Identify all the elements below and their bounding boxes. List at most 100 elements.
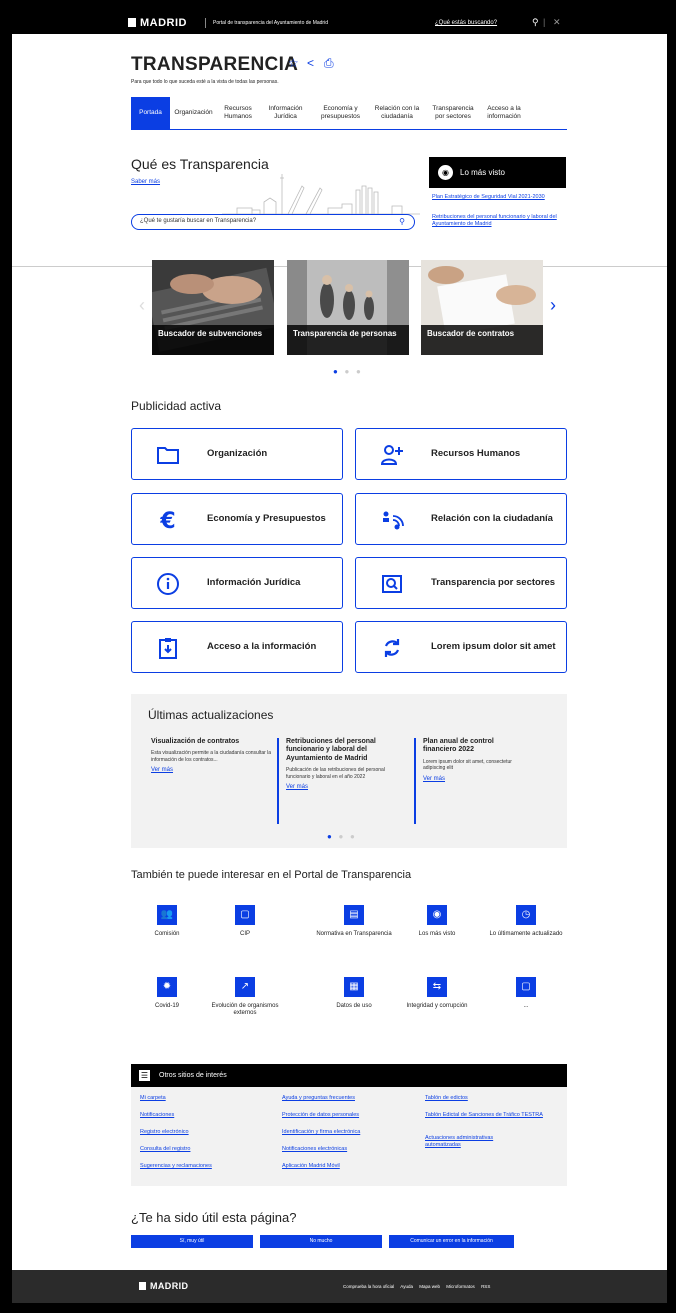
interest-label: Integridad y corrupción [406, 1003, 468, 1009]
ver-mas-link[interactable]: Ver más [286, 784, 408, 790]
publicidad-label: Economía y Presupuestos [207, 512, 326, 524]
tab-economia[interactable]: Economía y presupuestos [312, 97, 369, 129]
ver-mas-link[interactable]: Ver más [423, 776, 523, 782]
publicidad-label: Organización [207, 447, 268, 459]
carousel-dot[interactable]: ● [339, 832, 344, 841]
carousel-dot[interactable]: ● [333, 367, 338, 376]
publicidad-label: Transparencia por sectores [431, 576, 556, 588]
update-title: Retribuciones del personal funcionario y… [286, 738, 376, 762]
publicidad-item[interactable]: € Economía y Presupuestos [131, 493, 343, 545]
interest-item[interactable]: ◷ Lo últimamente actualizado [486, 905, 566, 938]
portal-name[interactable]: Portal de transparencia del Ayuntamiento… [213, 20, 328, 26]
publicidad-label: Acceso a la información [207, 640, 317, 652]
briefcase-icon: ▢ [516, 977, 536, 997]
interest-item[interactable]: ◉ Los más visto [397, 905, 477, 938]
publicidad-item[interactable]: Lorem ipsum dolor sit amet [355, 621, 567, 673]
tab-portada[interactable]: Portada [131, 97, 170, 129]
euro-icon: € [159, 509, 175, 532]
not-much-button[interactable]: No mucho [260, 1235, 382, 1248]
footer-links: Comprueba la hora oficial Ayuda Mapa web… [343, 1284, 495, 1289]
logo-text: MADRID [150, 1281, 189, 1291]
otros-link[interactable]: Ayuda y preguntas frecuentes [282, 1095, 407, 1102]
interest-item[interactable]: ↗ Evolución de organismos externos [205, 977, 285, 1017]
tab-recursos-humanos[interactable]: Recursos Humanos [217, 97, 259, 129]
carousel-dot[interactable]: ● [356, 367, 361, 376]
tab-organizacion[interactable]: Organización [170, 97, 217, 129]
publicidad-item[interactable]: Recursos Humanos [355, 428, 567, 480]
interest-label: Datos de uso [336, 1003, 372, 1009]
publicidad-item[interactable]: Acceso a la información [131, 621, 343, 673]
header [12, 34, 667, 267]
footer-link[interactable]: RSS [481, 1284, 490, 1289]
carousel-dots: ● ● ● [333, 367, 361, 376]
carousel-card[interactable]: Buscador de contratos [421, 260, 543, 355]
carousel-dot[interactable]: ● [350, 832, 355, 841]
search-prompt-link[interactable]: ¿Qué estás buscando? [435, 20, 497, 26]
footer-link[interactable]: Comprueba la hora oficial [343, 1284, 394, 1289]
otros-link[interactable]: Actuaciones administrativas automatizada… [425, 1135, 520, 1148]
updates-heading: Últimas actualizaciones [148, 708, 274, 722]
page: MADRID Portal de transparencia del Ayunt… [12, 12, 667, 1303]
update-item: Plan anual de control financiero 2022 Lo… [423, 738, 523, 782]
interest-item[interactable]: ▤ Normativa en Transparencia [314, 905, 394, 938]
publicidad-item[interactable]: Información Jurídica [131, 557, 343, 609]
saber-mas-link[interactable]: Saber más [131, 179, 160, 185]
search-input[interactable]: ¿Qué te gustaría buscar en Transparencia… [131, 214, 415, 230]
otros-link[interactable]: Aplicación Madrid Móvil [282, 1163, 407, 1170]
tab-relacion[interactable]: Relación con la ciudadanía [369, 97, 425, 129]
lo-mas-visto-link[interactable]: Retribuciones del personal funcionario y… [432, 214, 562, 228]
search-placeholder: ¿Qué te gustaría buscar en Transparencia… [140, 218, 257, 224]
footer-link[interactable]: Ayuda [400, 1284, 413, 1289]
report-error-button[interactable]: Comunicar un error en la información [389, 1235, 514, 1248]
otros-link[interactable]: Mi carpeta [140, 1095, 265, 1102]
otros-link[interactable]: Identificación y firma electrónica [282, 1129, 407, 1136]
footer-link[interactable]: Microformatos [446, 1284, 475, 1289]
tab-acceso[interactable]: Acceso a la información [481, 97, 527, 129]
star-icon[interactable]: ☆ [288, 56, 299, 70]
print-icon[interactable]: ⎙ [324, 56, 334, 71]
share-icon[interactable]: < [307, 56, 314, 70]
otros-link[interactable]: Notificaciones [140, 1112, 265, 1119]
refresh-icon [384, 639, 400, 657]
otros-link[interactable]: Tablón Edictal de Sanciones de Tráfico T… [425, 1112, 545, 1119]
yes-useful-button[interactable]: Sí, muy útil [131, 1235, 253, 1248]
otros-link[interactable]: Consulta del registro [140, 1146, 265, 1153]
otros-link[interactable]: Protección de datos personales [282, 1112, 407, 1119]
otros-heading: Otros sitios de interés [159, 1072, 227, 1079]
ver-mas-link[interactable]: Ver más [151, 767, 273, 773]
footer-link[interactable]: Mapa web [419, 1284, 440, 1289]
group-icon: 👥 [157, 905, 177, 925]
otros-link[interactable]: Notificaciones electrónicas [282, 1146, 407, 1153]
otros-link[interactable]: Registro electrónico [140, 1129, 265, 1136]
otros-link[interactable]: Sugerencias y reclamaciones [140, 1163, 265, 1170]
carousel-dot[interactable]: ● [345, 367, 350, 376]
interest-item[interactable]: ▢ CIP [205, 905, 285, 938]
page-subtitle: Para que todo lo que suceda esté a la vi… [131, 79, 279, 85]
carousel-card[interactable]: Transparencia de personas [287, 260, 409, 355]
carousel-dot[interactable]: ● [327, 832, 332, 841]
publicidad-item[interactable]: Transparencia por sectores [355, 557, 567, 609]
chevron-left-icon[interactable]: ‹ [139, 295, 145, 316]
lo-mas-visto-link[interactable]: Plan Estratégico de Seguridad Vial 2021-… [432, 194, 562, 201]
search-icon[interactable]: ⚲ [399, 217, 405, 226]
tab-sectores[interactable]: Transparencia por sectores [425, 97, 481, 129]
update-item: Visualización de contratos Esta visualiz… [151, 738, 273, 773]
interest-item[interactable]: ✹ Covid-19 [127, 977, 207, 1010]
close-icon[interactable]: ✕ [553, 17, 561, 28]
intro-heading: Qué es Transparencia [131, 156, 269, 172]
chevron-right-icon[interactable]: › [550, 295, 556, 316]
interest-item[interactable]: ▢... [486, 977, 566, 1010]
interest-item[interactable]: ▦ Datos de uso [314, 977, 394, 1010]
updates-dots: ● ● ● [327, 832, 355, 841]
card-caption: Buscador de contratos [421, 325, 543, 355]
footer-logo[interactable]: MADRID [139, 1281, 188, 1291]
publicidad-item[interactable]: Organización [131, 428, 343, 480]
publicidad-item[interactable]: Relación con la ciudadanía [355, 493, 567, 545]
interest-item[interactable]: 👥 Comisión [127, 905, 207, 938]
interest-item[interactable]: ⇆ Integridad y corrupción [397, 977, 477, 1010]
otros-link[interactable]: Tablón de edictos [425, 1095, 550, 1102]
tab-informacion-juridica[interactable]: Información Jurídica [259, 97, 312, 129]
madrid-logo[interactable]: MADRID [128, 17, 187, 29]
search-icon[interactable]: ⚲ [532, 17, 539, 28]
carousel-card[interactable]: Buscador de subvenciones [152, 260, 274, 355]
